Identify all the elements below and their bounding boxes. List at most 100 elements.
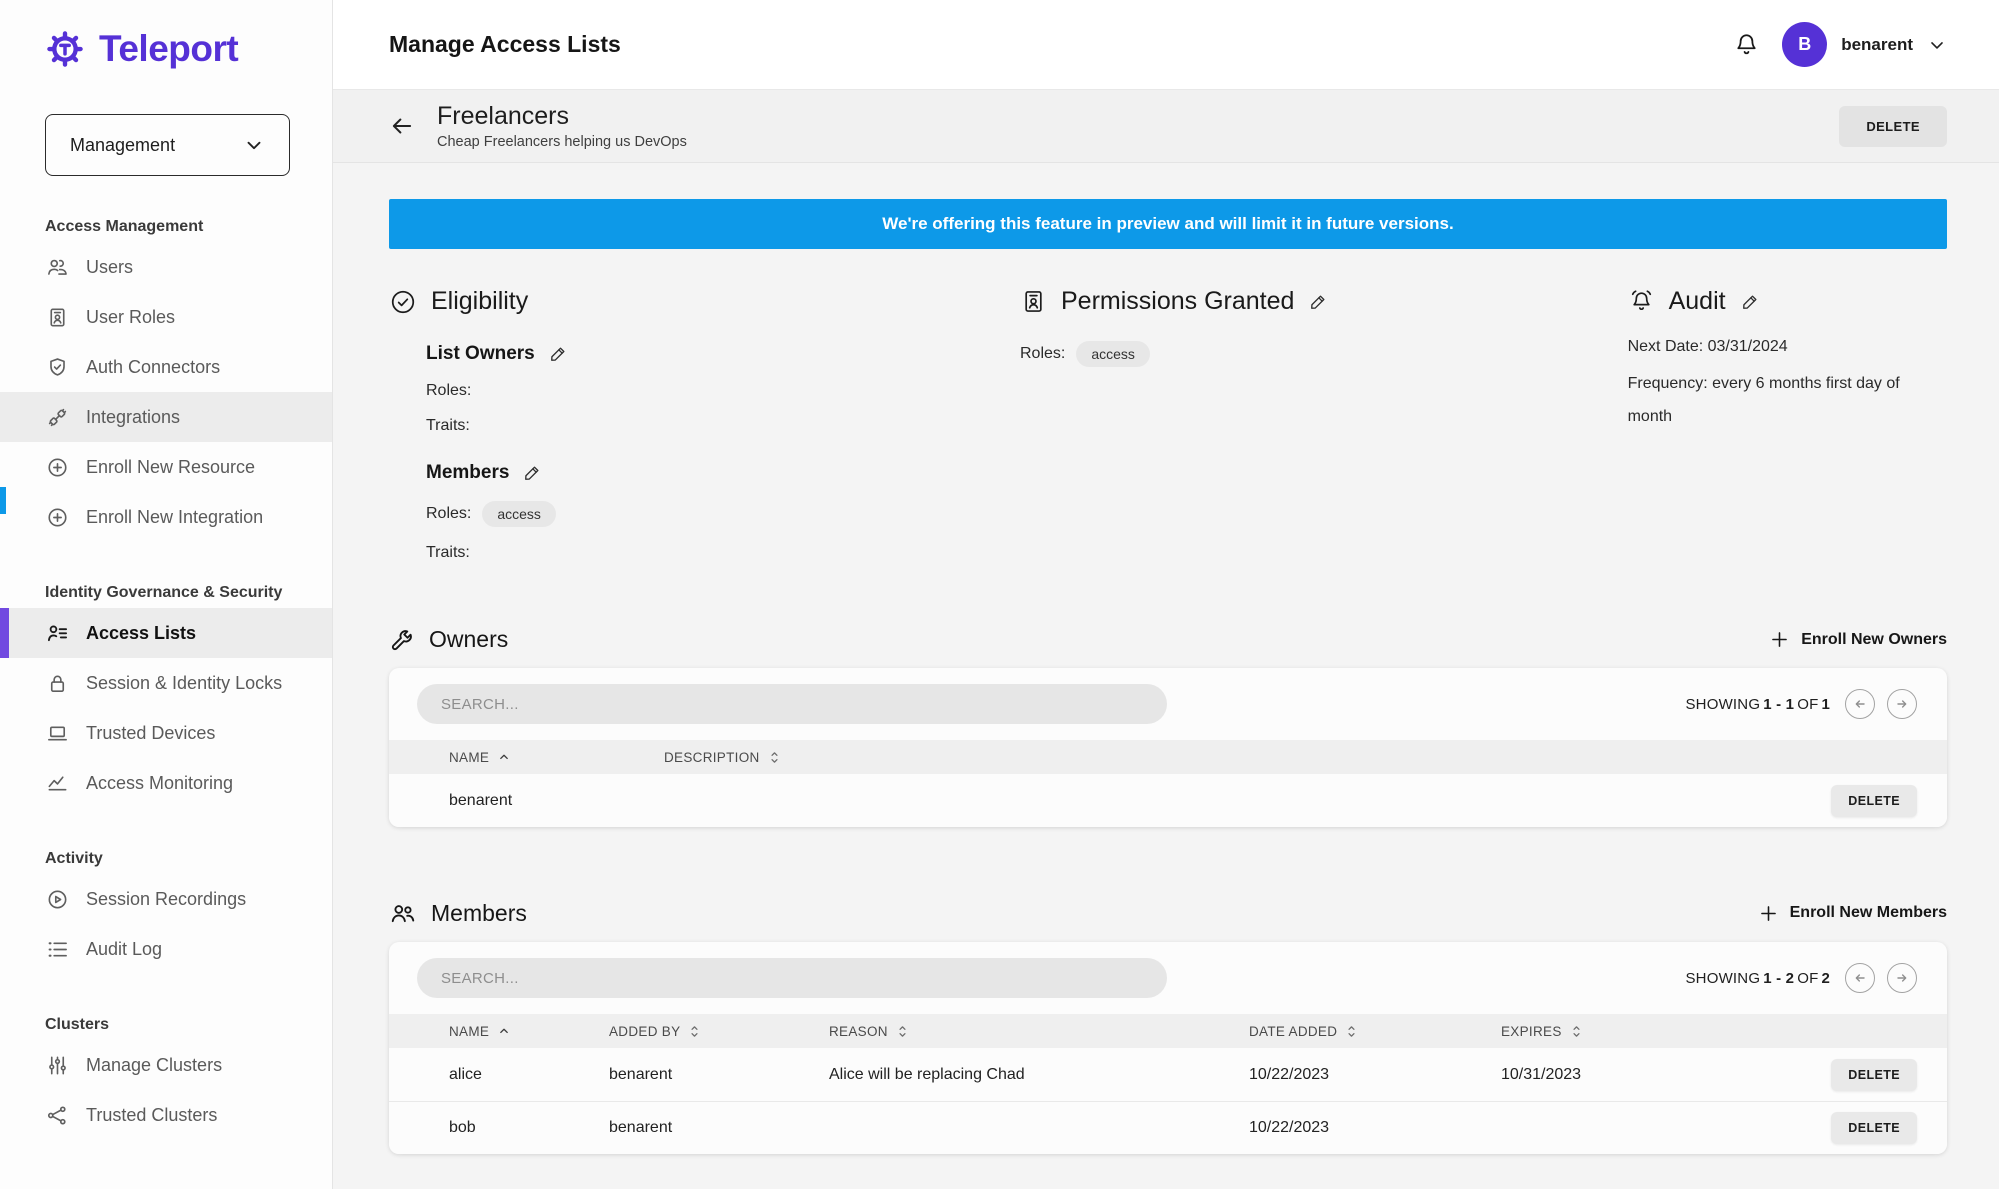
permissions-panel: Permissions Granted Roles: access (1020, 287, 1628, 562)
members-search-input[interactable] (417, 958, 1167, 998)
sort-both-icon (768, 750, 781, 765)
circle-arrow-left-icon (1852, 970, 1868, 986)
wrench-icon (389, 627, 415, 653)
sidebar-nav: Access Management Users User (0, 218, 332, 1140)
back-button[interactable] (389, 113, 415, 139)
edit-audit-button[interactable] (1740, 292, 1760, 312)
sidebar-item-label: Manage Clusters (86, 1055, 222, 1076)
main-area: Manage Access Lists B benarent (333, 0, 1999, 1189)
member-added-by: benarent (609, 1119, 829, 1137)
delete-access-list-button[interactable]: DELETE (1839, 106, 1947, 147)
sidebar-item-trusted-devices[interactable]: Trusted Devices (0, 708, 332, 758)
members-column-added-by[interactable]: ADDED BY (609, 1024, 829, 1039)
owners-section: Owners Enroll New Owners SH (389, 626, 1947, 827)
id-card-icon (1020, 288, 1047, 315)
sidebar-item-audit-log[interactable]: Audit Log (0, 924, 332, 974)
pencil-icon (548, 344, 568, 364)
pencil-icon (1308, 292, 1328, 312)
traits-label: Traits: (426, 417, 470, 435)
members-next-page-button[interactable] (1887, 963, 1917, 993)
content: We're offering this feature in preview a… (333, 163, 1999, 1189)
sidebar-item-label: Access Monitoring (86, 773, 233, 794)
members-showing: SHOWING1 - 2OF2 (1685, 970, 1833, 987)
users-icon (46, 256, 69, 279)
bell-icon (1733, 31, 1760, 58)
members-column-reason[interactable]: REASON (829, 1024, 1249, 1039)
teleport-gear-icon (44, 28, 86, 70)
delete-member-button[interactable]: DELETE (1831, 1059, 1917, 1091)
member-added-by: benarent (609, 1066, 829, 1084)
member-date-added: 10/22/2023 (1249, 1119, 1501, 1137)
owners-column-name[interactable]: NAME (449, 750, 664, 765)
teleport-logo: Teleport (0, 0, 332, 70)
delete-member-button[interactable]: DELETE (1831, 1112, 1917, 1144)
roles-label: Roles: (426, 382, 471, 400)
page-header: Freelancers Cheap Freelancers helping us… (333, 90, 1999, 163)
members-prev-page-button[interactable] (1845, 963, 1875, 993)
sidebar: Teleport Management Access Management Us… (0, 0, 333, 1189)
enroll-new-owners-button[interactable]: Enroll New Owners (1769, 629, 1947, 650)
sidebar-item-auth-connectors[interactable]: Auth Connectors (0, 342, 332, 392)
sidebar-item-label: Enroll New Resource (86, 457, 255, 478)
role-chip: access (1076, 341, 1150, 367)
sidebar-item-label: User Roles (86, 307, 175, 328)
members-title: Members (431, 900, 527, 927)
pencil-icon (522, 463, 542, 483)
chevron-down-icon (243, 134, 265, 156)
owners-column-description[interactable]: DESCRIPTION (664, 750, 1767, 765)
shield-check-icon (46, 356, 69, 379)
plug-icon (46, 406, 69, 429)
sidebar-item-access-lists[interactable]: Access Lists (0, 608, 332, 658)
sidebar-item-label: Enroll New Integration (86, 507, 263, 528)
members-table-row: bob benarent 10/22/2023 DELETE (389, 1101, 1947, 1154)
notifications-button[interactable] (1733, 31, 1760, 58)
owner-name: benarent (449, 792, 664, 810)
edit-permissions-button[interactable] (1308, 292, 1328, 312)
enroll-new-members-button[interactable]: Enroll New Members (1758, 903, 1947, 924)
access-list-subtitle: Cheap Freelancers helping us DevOps (437, 134, 687, 150)
owners-next-page-button[interactable] (1887, 689, 1917, 719)
sort-both-icon (896, 1024, 909, 1039)
audit-title: Audit (1669, 287, 1726, 316)
member-expires: 10/31/2023 (1501, 1066, 1751, 1084)
circle-arrow-right-icon (1894, 970, 1910, 986)
sort-both-icon (688, 1024, 701, 1039)
sidebar-item-trusted-clusters[interactable]: Trusted Clusters (0, 1090, 332, 1140)
members-column-name[interactable]: NAME (449, 1024, 609, 1039)
members-column-date-added[interactable]: DATE ADDED (1249, 1024, 1501, 1039)
scroll-accent-marker (0, 487, 6, 514)
workspace-selector-value: Management (70, 135, 175, 156)
check-circle-icon (389, 288, 417, 316)
list-owners-title: List Owners (426, 343, 535, 365)
user-menu[interactable]: B benarent (1782, 22, 1947, 67)
list-icon (46, 938, 69, 961)
bell-ring-icon (1628, 288, 1655, 315)
workspace-selector[interactable]: Management (45, 114, 290, 176)
sidebar-item-user-roles[interactable]: User Roles (0, 292, 332, 342)
delete-owner-button[interactable]: DELETE (1831, 785, 1917, 817)
edit-members-button[interactable] (522, 463, 542, 483)
audit-panel: Audit Next Date: 03/31/2024 Frequency: e… (1628, 287, 1947, 562)
sidebar-item-label: Integrations (86, 407, 180, 428)
members-column-expires[interactable]: EXPIRES (1501, 1024, 1751, 1039)
roles-label: Roles: (1020, 345, 1065, 363)
member-name: alice (449, 1066, 609, 1084)
sidebar-item-access-monitoring[interactable]: Access Monitoring (0, 758, 332, 808)
sidebar-item-manage-clusters[interactable]: Manage Clusters (0, 1040, 332, 1090)
people-group-icon (389, 899, 417, 927)
sidebar-item-session-identity-locks[interactable]: Session & Identity Locks (0, 658, 332, 708)
sidebar-item-users[interactable]: Users (0, 242, 332, 292)
owners-prev-page-button[interactable] (1845, 689, 1875, 719)
sidebar-item-label: Audit Log (86, 939, 162, 960)
sidebar-item-enroll-new-integration[interactable]: Enroll New Integration (0, 492, 332, 542)
sidebar-item-session-recordings[interactable]: Session Recordings (0, 874, 332, 924)
sidebar-item-enroll-new-resource[interactable]: Enroll New Resource (0, 442, 332, 492)
owners-search-input[interactable] (417, 684, 1167, 724)
sidebar-item-integrations[interactable]: Integrations (0, 392, 332, 442)
permissions-title: Permissions Granted (1061, 287, 1294, 316)
avatar: B (1782, 22, 1827, 67)
sort-both-icon (1570, 1024, 1583, 1039)
edit-list-owners-button[interactable] (548, 344, 568, 364)
eligibility-members-title: Members (426, 462, 509, 484)
network-icon (46, 1104, 69, 1127)
